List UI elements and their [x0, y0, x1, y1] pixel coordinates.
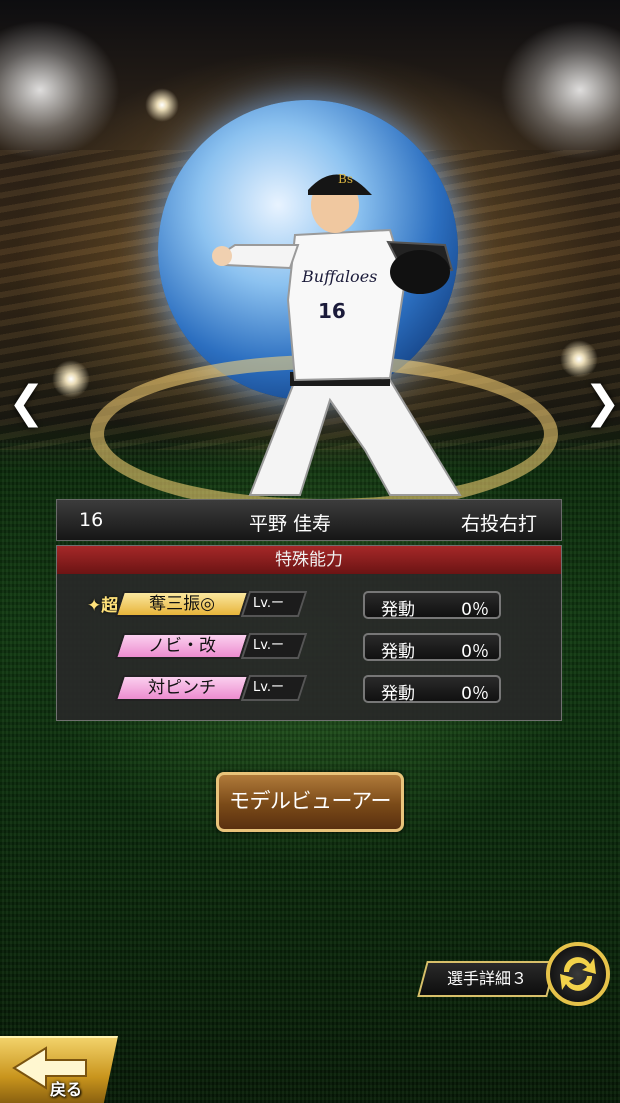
abilities-header: 特殊能力 [57, 546, 561, 574]
floodlight-left [0, 20, 120, 160]
uniform-number: 16 [318, 299, 346, 323]
stadium-light [52, 360, 90, 398]
player-detail-label: 選手詳細３ [446, 969, 527, 988]
ability-level: Lv.ー [240, 591, 308, 617]
activation-label: 発動 [381, 600, 415, 620]
ability-row[interactable]: ✦超 奪三振◎ Lv.ー 発動 0％ [57, 591, 563, 621]
throw-bat-style: 右投右打 [461, 513, 538, 535]
chevron-right-icon[interactable]: ❯ [584, 378, 620, 428]
player-detail-button[interactable]: 選手詳細３ [417, 961, 557, 997]
ability-name-badge: 対ピンチ [114, 675, 250, 701]
swap-cycle-icon-graphic [560, 957, 596, 991]
ability-level: Lv.ー [240, 633, 308, 659]
ability-name-badge: 奪三振◎ [114, 591, 250, 617]
player-name: 平野 佳寿 [249, 513, 332, 535]
super-badge: ✦超 [87, 596, 119, 616]
activation-label: 発動 [381, 684, 415, 704]
ability-row[interactable]: ノビ・改 Lv.ー 発動 0％ [57, 633, 563, 663]
player-number: 16 [79, 509, 104, 531]
activation-display: 発動 0％ [363, 633, 501, 662]
chevron-left-icon[interactable]: ❮ [8, 378, 45, 428]
activation-display: 発動 0％ [363, 675, 501, 704]
activation-value: 0％ [461, 600, 489, 620]
player-info-bar: 16 平野 佳寿 右投右打 [56, 499, 562, 541]
activation-value: 0％ [461, 642, 489, 662]
activation-display: 発動 0％ [363, 591, 501, 620]
player-image: Bs Buffaloes 16 [212, 172, 462, 496]
activation-label: 発動 [381, 642, 415, 662]
ability-name: 奪三振◎ [149, 594, 215, 614]
stadium-light [145, 88, 179, 122]
ability-level: Lv.ー [240, 675, 308, 701]
cap-logo: Bs [338, 172, 353, 186]
floodlight-right [500, 20, 620, 160]
ability-name: 対ピンチ [148, 678, 216, 698]
back-label[interactable]: 戻る [50, 1076, 82, 1100]
ability-name: ノビ・改 [148, 636, 216, 656]
swap-cycle-icon[interactable] [546, 942, 610, 1006]
model-viewer-button[interactable]: モデルビューアー [216, 772, 404, 832]
special-abilities-panel: 特殊能力 ✦超 奪三振◎ Lv.ー 発動 0％ ノビ・改 Lv.ー 発動 0％ [56, 545, 562, 721]
game-screen: Bs Buffaloes 16 ❮ ❯ 16 平野 佳寿 右投右打 特殊能力 ✦… [0, 0, 620, 1103]
ability-row[interactable]: 対ピンチ Lv.ー 発動 0％ [57, 675, 563, 705]
activation-value: 0％ [461, 684, 489, 704]
ability-name-badge: ノビ・改 [114, 633, 250, 659]
stadium-light [560, 340, 598, 378]
uniform-text: Buffaloes [301, 267, 377, 286]
